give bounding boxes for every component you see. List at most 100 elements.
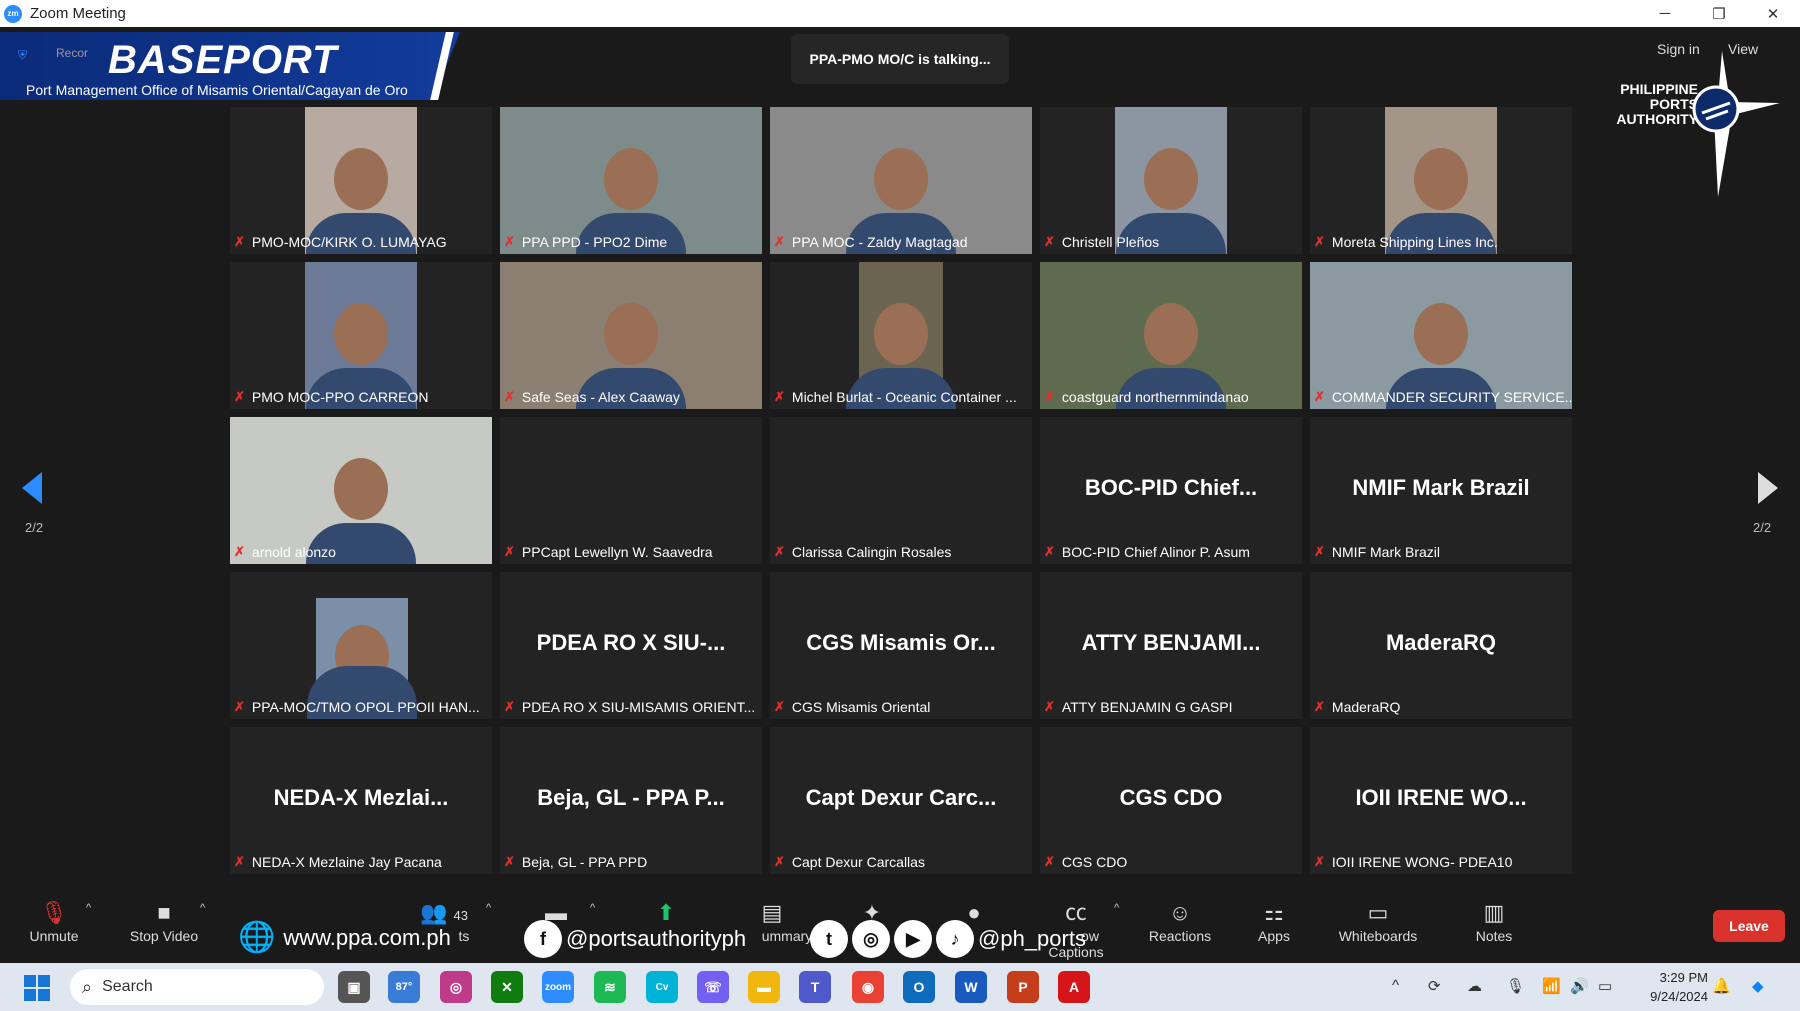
participant-label: ✗ Michel Burlat - Oceanic Container ... (770, 385, 1023, 409)
participant-label: ✗ Clarissa Calingin Rosales (770, 540, 957, 564)
participant-tile[interactable]: MaderaRQ ✗ MaderaRQ (1310, 572, 1572, 719)
participant-label: ✗ CGS CDO (1040, 850, 1133, 874)
participant-name-display: CGS CDO (1119, 785, 1223, 810)
taskbar-search[interactable]: ⌕ Search (70, 969, 324, 1005)
participant-tile[interactable]: ✗ Safe Seas - Alex Caaway (500, 262, 762, 409)
participant-tile[interactable]: Capt Dexur Carc... ✗ Capt Dexur Carcallas (770, 727, 1032, 874)
mic-muted-icon: ✗ (1314, 854, 1325, 869)
participant-tile[interactable]: ✗ PPCapt Lewellyn W. Saavedra (500, 417, 762, 564)
notification-icon[interactable]: 🔔 (1712, 977, 1731, 995)
instagram-app-icon[interactable]: ◎ (440, 971, 472, 1003)
participant-tile[interactable]: ✗ Clarissa Calingin Rosales (770, 417, 1032, 564)
mic-muted-icon: ✗ (774, 389, 785, 404)
participant-tile[interactable]: ✗ PPA-MOC/TMO OPOL PPOII HAN... (230, 572, 492, 719)
whiteboards-button[interactable]: ▭ Whiteboards (1328, 898, 1428, 944)
outlook-app-icon[interactable]: O (903, 971, 935, 1003)
tray-overflow-icon[interactable]: ^ (1392, 977, 1399, 994)
windows-start-icon[interactable] (24, 975, 50, 1001)
ppa-compass-icon (1692, 51, 1780, 197)
participant-label: ✗ PPA MOC - Zaldy Magtagad (770, 230, 974, 254)
microphone-icon[interactable]: 🎙 (1506, 977, 1525, 995)
facebook-overlay: f @portsauthorityph (524, 920, 746, 958)
apps-button[interactable]: ⚏ Apps (1224, 898, 1324, 944)
task-view-icon[interactable]: ▣ (338, 971, 370, 1003)
participant-label: ✗ NEDA-X Mezlaine Jay Pacana (230, 850, 448, 874)
participant-tile[interactable]: ✗ arnold alonzo (230, 417, 492, 564)
teams-app-icon[interactable]: T (799, 971, 831, 1003)
next-page-arrow[interactable] (1758, 472, 1778, 504)
word-app-icon[interactable]: W (955, 971, 987, 1003)
participant-tile[interactable]: ✗ coastguard northernmindanao (1040, 262, 1302, 409)
canva-app-icon[interactable]: Cv (646, 971, 678, 1003)
participant-face (1414, 148, 1468, 211)
taskbar-clock[interactable]: 3:29 PM 9/24/2024 (1636, 968, 1708, 1006)
zoom-app-icon[interactable]: zoom (542, 971, 574, 1003)
minimize-button[interactable]: ─ (1638, 0, 1692, 27)
participant-label: ✗ PPA PPD - PPO2 Dime (500, 230, 673, 254)
chrome-app-icon[interactable]: ◉ (852, 971, 884, 1003)
participant-tile[interactable]: NEDA-X Mezlai... ✗ NEDA-X Mezlaine Jay Pac… (230, 727, 492, 874)
participant-name: Christell Pleños (1061, 234, 1160, 250)
participant-tile[interactable]: ✗ COMMANDER SECURITY SERVICE... (1310, 262, 1572, 409)
participant-tile[interactable]: ✗ Michel Burlat - Oceanic Container ... (770, 262, 1032, 409)
participant-tile[interactable]: CGS CDO ✗ CGS CDO (1040, 727, 1302, 874)
captions-options-caret[interactable]: ^ (1114, 902, 1119, 914)
participant-label: ✗ coastguard northernmindanao (1040, 385, 1255, 409)
mic-muted-icon: ✗ (774, 234, 785, 249)
spotify-app-icon[interactable]: ≋ (594, 971, 626, 1003)
file-explorer-icon[interactable]: ▬ (748, 971, 780, 1003)
participants-options-caret[interactable]: ^ (486, 902, 491, 914)
previous-page-arrow[interactable] (22, 472, 42, 504)
restore-button[interactable]: ❐ (1692, 0, 1746, 27)
participant-tile[interactable]: ✗ Moreta Shipping Lines Inc. (1310, 107, 1572, 254)
stop-video-button[interactable]: ■ Stop Video (114, 898, 214, 944)
shield-icon[interactable]: ⛨ (18, 48, 27, 63)
participant-tile[interactable]: ✗ PPA PPD - PPO2 Dime (500, 107, 762, 254)
volume-icon[interactable]: 🔊 (1570, 977, 1589, 995)
video-options-caret[interactable]: ^ (200, 902, 205, 914)
participant-tile[interactable]: BOC-PID Chief... ✗ BOC-PID Chief Alinor P.… (1040, 417, 1302, 564)
sync-icon[interactable]: ⟳ (1428, 977, 1441, 995)
acrobat-app-icon[interactable]: A (1058, 971, 1090, 1003)
wifi-icon[interactable]: 📶 (1542, 977, 1561, 995)
participant-tile[interactable]: PDEA RO X SIU-... ✗ PDEA RO X SIU-MISAMIS … (500, 572, 762, 719)
twitter-icon: t (810, 920, 848, 958)
participant-tile[interactable]: ✗ PMO-MOC/KIRK O. LUMAYAG (230, 107, 492, 254)
viber-app-icon[interactable]: ☏ (697, 971, 729, 1003)
participant-tile[interactable]: ATTY BENJAMI... ✗ ATTY BENJAMIN G GASPI (1040, 572, 1302, 719)
participant-tile[interactable]: ✗ PPA MOC - Zaldy Magtagad (770, 107, 1032, 254)
battery-icon[interactable]: ▭ (1598, 977, 1612, 995)
search-icon: ⌕ (82, 976, 93, 997)
participant-tile[interactable]: ✗ Christell Pleños (1040, 107, 1302, 254)
participant-name: NEDA-X Mezlaine Jay Pacana (251, 854, 442, 870)
close-button[interactable]: ✕ (1746, 0, 1800, 27)
participant-label: ✗ BOC-PID Chief Alinor P. Asum (1040, 540, 1256, 564)
participant-label: ✗ COMMANDER SECURITY SERVICE... (1310, 385, 1572, 409)
participant-label: ✗ Safe Seas - Alex Caaway (500, 385, 686, 409)
social-handles-overlay: t ◎ ▶ ♪ @ph_ports (810, 920, 1086, 958)
weather-widget[interactable]: 87° (388, 971, 420, 1003)
leave-button[interactable]: Leave (1713, 910, 1785, 942)
title-bar: zm Zoom Meeting ─ ❐ ✕ (0, 0, 1800, 27)
participant-tile[interactable]: CGS Misamis Or... ✗ CGS Misamis Oriental (770, 572, 1032, 719)
notes-button[interactable]: ▥ Notes (1444, 898, 1544, 944)
participant-name: PPA MOC - Zaldy Magtagad (791, 234, 968, 250)
powerpoint-app-icon[interactable]: P (1007, 971, 1039, 1003)
meeting-area: ⛨ Recor BASEPORT Port Management Office … (0, 27, 1800, 963)
xbox-app-icon[interactable]: ✕ (491, 971, 523, 1003)
reactions-button[interactable]: ☺ Reactions (1130, 898, 1230, 944)
participant-name-display: IOII IRENE WO... (1355, 785, 1527, 810)
mic-muted-icon: ✗ (504, 699, 515, 714)
mic-muted-icon: ✗ (1044, 234, 1055, 249)
participant-tile[interactable]: NMIF Mark Brazil ✗ NMIF Mark Brazil (1310, 417, 1572, 564)
cloud-icon[interactable]: ☁ (1467, 977, 1482, 995)
participant-tile[interactable]: Beja, GL - PPA P... ✗ Beja, GL - PPA PPD (500, 727, 762, 874)
active-speaker-banner: PPA-PMO MO/C is talking... (791, 34, 1009, 84)
participant-label: ✗ Beja, GL - PPA PPD (500, 850, 653, 874)
participant-tile[interactable]: IOII IRENE WO... ✗ IOII IRENE WONG- PDEA10 (1310, 727, 1572, 874)
participant-tile[interactable]: ✗ PMO MOC-PPO CARREON (230, 262, 492, 409)
chat-options-caret[interactable]: ^ (590, 902, 595, 914)
mic-muted-icon: ✗ (234, 544, 245, 559)
audio-options-caret[interactable]: ^ (86, 902, 91, 914)
copilot-icon[interactable]: ◆ (1752, 977, 1764, 995)
